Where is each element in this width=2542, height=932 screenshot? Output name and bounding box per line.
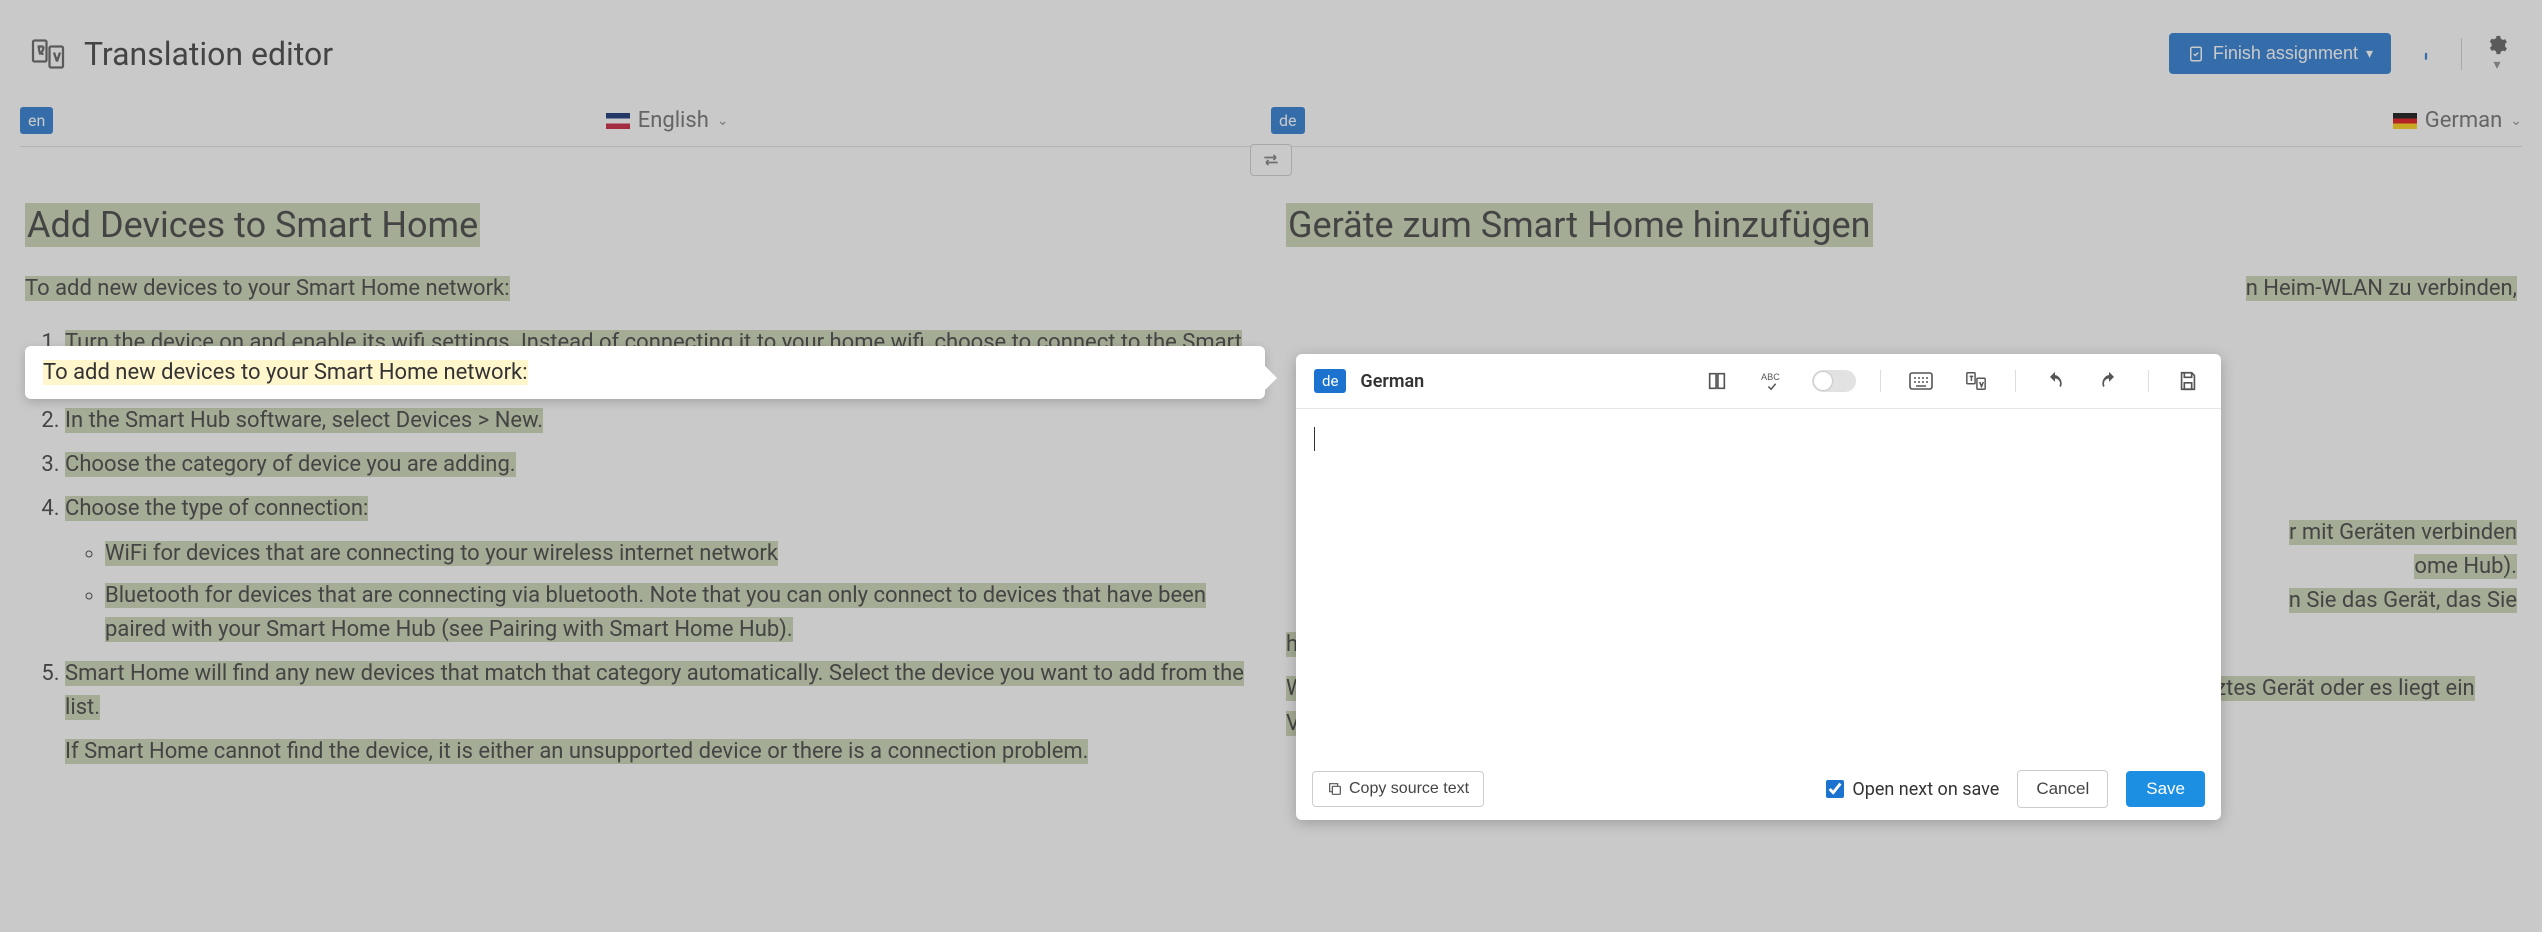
translation-editor-card: de German ABC Copy source text Ope bbox=[1296, 354, 2221, 820]
separator bbox=[2148, 370, 2149, 392]
topbar: Translation editor Finish assignment ▾ ▾ bbox=[0, 0, 2542, 107]
editor-lang-badge: de bbox=[1314, 369, 1346, 393]
target-frag[interactable]: r mit Geräten verbinden bbox=[2289, 520, 2517, 545]
finish-assignment-label: Finish assignment bbox=[2213, 43, 2358, 64]
save-button[interactable]: Save bbox=[2126, 771, 2205, 807]
target-lang-badge: de bbox=[1271, 107, 1305, 134]
chevron-down-icon: ▾ bbox=[2366, 45, 2373, 62]
machine-translate-button[interactable] bbox=[1961, 366, 1991, 396]
topbar-right: Finish assignment ▾ ▾ bbox=[2169, 30, 2512, 77]
editor-header: de German ABC bbox=[1296, 354, 2221, 409]
source-tail[interactable]: If Smart Home cannot find the device, it… bbox=[65, 739, 1088, 764]
save-icon-button[interactable] bbox=[2173, 366, 2203, 396]
source-list-item[interactable]: Choose the type of connection: bbox=[65, 496, 368, 521]
source-list-item[interactable]: Smart Home will find any new devices tha… bbox=[65, 661, 1244, 720]
chevron-down-icon: ⌄ bbox=[717, 113, 729, 129]
glossary-button[interactable] bbox=[1702, 366, 1732, 396]
target-frag[interactable]: ome Hub). bbox=[2414, 554, 2517, 579]
spellcheck-button[interactable]: ABC bbox=[1756, 366, 1788, 396]
app-title: Translation editor bbox=[84, 35, 333, 73]
editor-toolbar: ABC bbox=[1702, 366, 2203, 396]
copy-source-button[interactable]: Copy source text bbox=[1312, 771, 1484, 807]
translation-app-icon bbox=[30, 36, 66, 72]
source-lang-block: en English ⌄ bbox=[20, 107, 1271, 134]
topbar-left: Translation editor bbox=[30, 35, 333, 73]
flag-de-icon bbox=[2393, 113, 2417, 129]
source-lang-badge: en bbox=[20, 107, 53, 134]
open-next-checkbox[interactable] bbox=[1826, 780, 1844, 798]
target-frag[interactable]: n Sie das Gerät, das Sie bbox=[2289, 588, 2517, 613]
settings-button[interactable]: ▾ bbox=[2482, 30, 2512, 77]
target-title: Geräte zum Smart Home hinzufügen bbox=[1286, 203, 1873, 247]
target-frag[interactable]: n Heim-WLAN zu verbinden, bbox=[2246, 276, 2517, 301]
undo-button[interactable] bbox=[2040, 367, 2070, 395]
editor-lang-label: German bbox=[1360, 371, 1424, 392]
editor-toggle[interactable] bbox=[1812, 370, 1856, 392]
source-sublist-item[interactable]: WiFi for devices that are connecting to … bbox=[105, 541, 778, 566]
separator bbox=[2461, 38, 2462, 70]
target-lang-block: de German ⌄ bbox=[1271, 107, 2522, 134]
editor-textarea[interactable] bbox=[1296, 409, 2221, 758]
language-row: en English ⌄ de German ⌄ bbox=[0, 107, 2542, 146]
active-segment-text: To add new devices to your Smart Home ne… bbox=[43, 360, 528, 385]
source-lang-label: English bbox=[638, 108, 709, 133]
separator bbox=[1880, 370, 1881, 392]
source-list-item[interactable]: Choose the category of device you are ad… bbox=[65, 452, 516, 477]
source-lang-selector[interactable]: English ⌄ bbox=[606, 108, 729, 133]
chevron-down-icon: ▾ bbox=[2493, 56, 2500, 72]
copy-source-label: Copy source text bbox=[1349, 780, 1469, 798]
source-list-item[interactable]: In the Smart Hub software, select Device… bbox=[65, 408, 543, 433]
redo-button[interactable] bbox=[2094, 367, 2124, 395]
info-button[interactable] bbox=[2411, 39, 2441, 69]
svg-text:ABC: ABC bbox=[1761, 372, 1780, 382]
text-cursor bbox=[1314, 427, 1315, 451]
flag-en-icon bbox=[606, 113, 630, 129]
open-next-checkbox-label[interactable]: Open next on save bbox=[1826, 779, 1999, 800]
editor-header-left: de German bbox=[1314, 369, 1424, 393]
divider-row bbox=[0, 146, 2542, 174]
target-lang-label: German bbox=[2425, 108, 2503, 133]
separator bbox=[2015, 370, 2016, 392]
source-title: Add Devices to Smart Home bbox=[25, 203, 480, 247]
active-segment-popout[interactable]: To add new devices to your Smart Home ne… bbox=[25, 346, 1265, 399]
source-sublist: WiFi for devices that are connecting to … bbox=[65, 537, 1256, 647]
source-pane: Add Devices to Smart Home To add new dev… bbox=[25, 204, 1256, 769]
keyboard-button[interactable] bbox=[1905, 368, 1937, 394]
chevron-down-icon: ⌄ bbox=[2510, 113, 2522, 129]
editor-footer-right: Open next on save Cancel Save bbox=[1826, 770, 2205, 808]
swap-languages-button[interactable] bbox=[1250, 144, 1292, 176]
open-next-text: Open next on save bbox=[1852, 779, 1999, 800]
target-lang-selector[interactable]: German ⌄ bbox=[2393, 108, 2522, 133]
source-segment-intro[interactable]: To add new devices to your Smart Home ne… bbox=[25, 276, 510, 301]
cancel-button[interactable]: Cancel bbox=[2017, 770, 2108, 808]
source-sublist-item[interactable]: Bluetooth for devices that are connectin… bbox=[105, 583, 1206, 642]
finish-assignment-button[interactable]: Finish assignment ▾ bbox=[2169, 33, 2391, 74]
editor-footer: Copy source text Open next on save Cance… bbox=[1296, 758, 2221, 820]
